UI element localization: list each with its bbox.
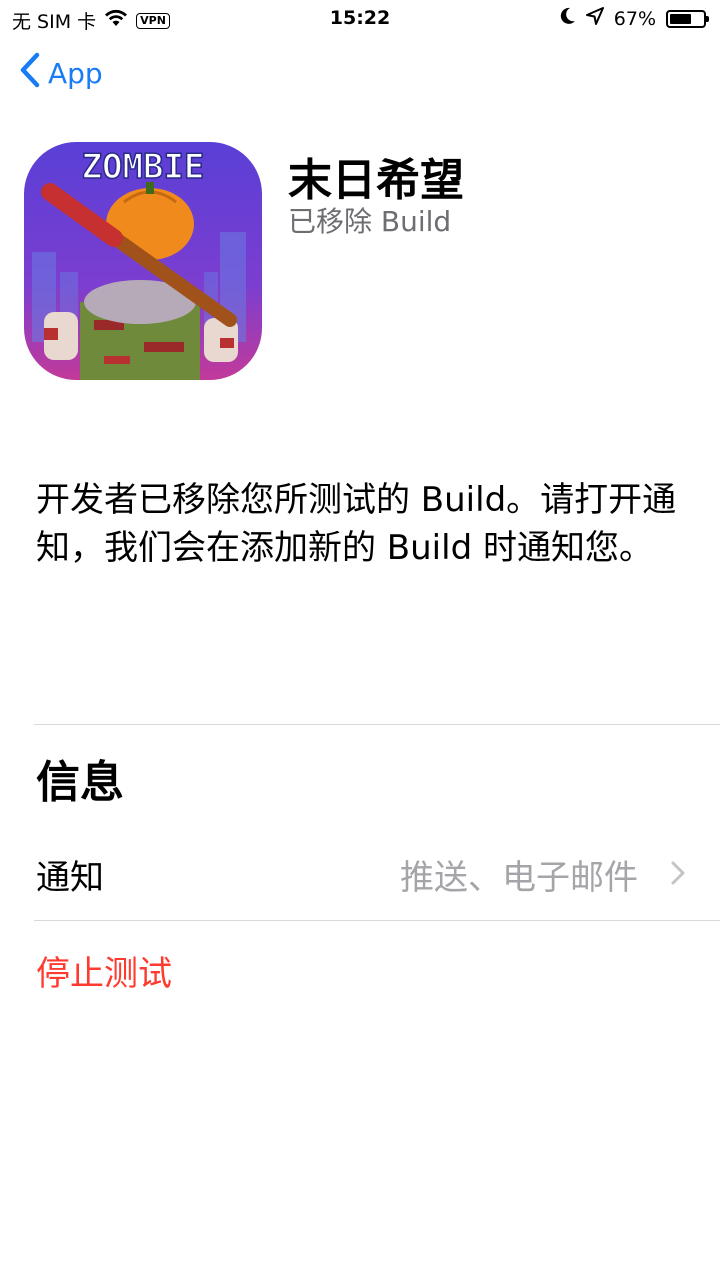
back-button[interactable]: App: [20, 52, 103, 95]
battery-percent: 67%: [613, 7, 656, 30]
location-arrow-icon: [585, 7, 604, 30]
app-icon: ZOMBIE: [24, 142, 262, 380]
build-status: 已移除 Build: [288, 205, 452, 238]
row-divider: [34, 920, 720, 921]
removal-message: 开发者已移除您所测试的 Build。请打开通知，我们会在添加新的 Build 时…: [36, 480, 677, 568]
notification-value: 推送、电子邮件: [400, 858, 638, 898]
battery-fill: [670, 13, 691, 24]
status-bar: 无 SIM 卡 VPN 15:22 67%: [0, 0, 720, 38]
back-label: App: [48, 57, 103, 90]
stop-testing-button[interactable]: 停止测试: [36, 946, 172, 995]
notification-row[interactable]: 通知 推送、电子邮件: [36, 836, 720, 912]
status-right: 67%: [560, 7, 709, 30]
svg-text:ZOMBIE: ZOMBIE: [82, 147, 205, 187]
battery-icon: [666, 9, 709, 28]
chevron-right-icon: [670, 860, 686, 886]
app-title: 末日希望: [288, 155, 464, 206]
testflight-app-page: 无 SIM 卡 VPN 15:22 67% App ZOMBIE 末日希望 已移…: [0, 0, 720, 1280]
moon-icon: [560, 7, 576, 30]
chevron-left-icon: [20, 52, 40, 95]
section-divider: [34, 724, 720, 725]
notification-label: 通知: [36, 858, 104, 898]
section-title-info: 信息: [36, 757, 124, 808]
